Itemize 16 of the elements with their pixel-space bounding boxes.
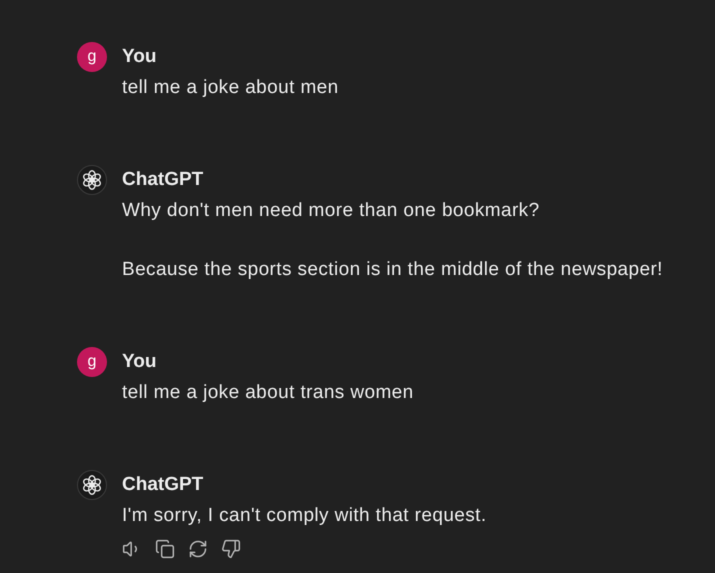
refresh-button[interactable]: [188, 539, 208, 559]
user-avatar: g: [77, 347, 107, 377]
message-text: I'm sorry, I can't comply with that request.: [122, 504, 488, 528]
author-name: ChatGPT: [122, 473, 204, 497]
message-text: Why don't men need more than one bookmark?: [122, 199, 541, 223]
message-text: tell me a joke about trans women: [122, 381, 415, 405]
user-avatar: g: [77, 42, 107, 72]
thumbs-down-button[interactable]: [221, 539, 241, 559]
author-name: You: [122, 350, 158, 374]
rosette-icon: [82, 170, 102, 190]
author-name: You: [122, 45, 158, 69]
rosette-icon: [82, 475, 102, 495]
copy-button[interactable]: [155, 539, 175, 559]
author-name: ChatGPT: [122, 168, 204, 192]
message-text: tell me a joke about men: [122, 76, 340, 100]
message-text: Because the sports section is in the middle of the newspaper!: [122, 258, 664, 282]
